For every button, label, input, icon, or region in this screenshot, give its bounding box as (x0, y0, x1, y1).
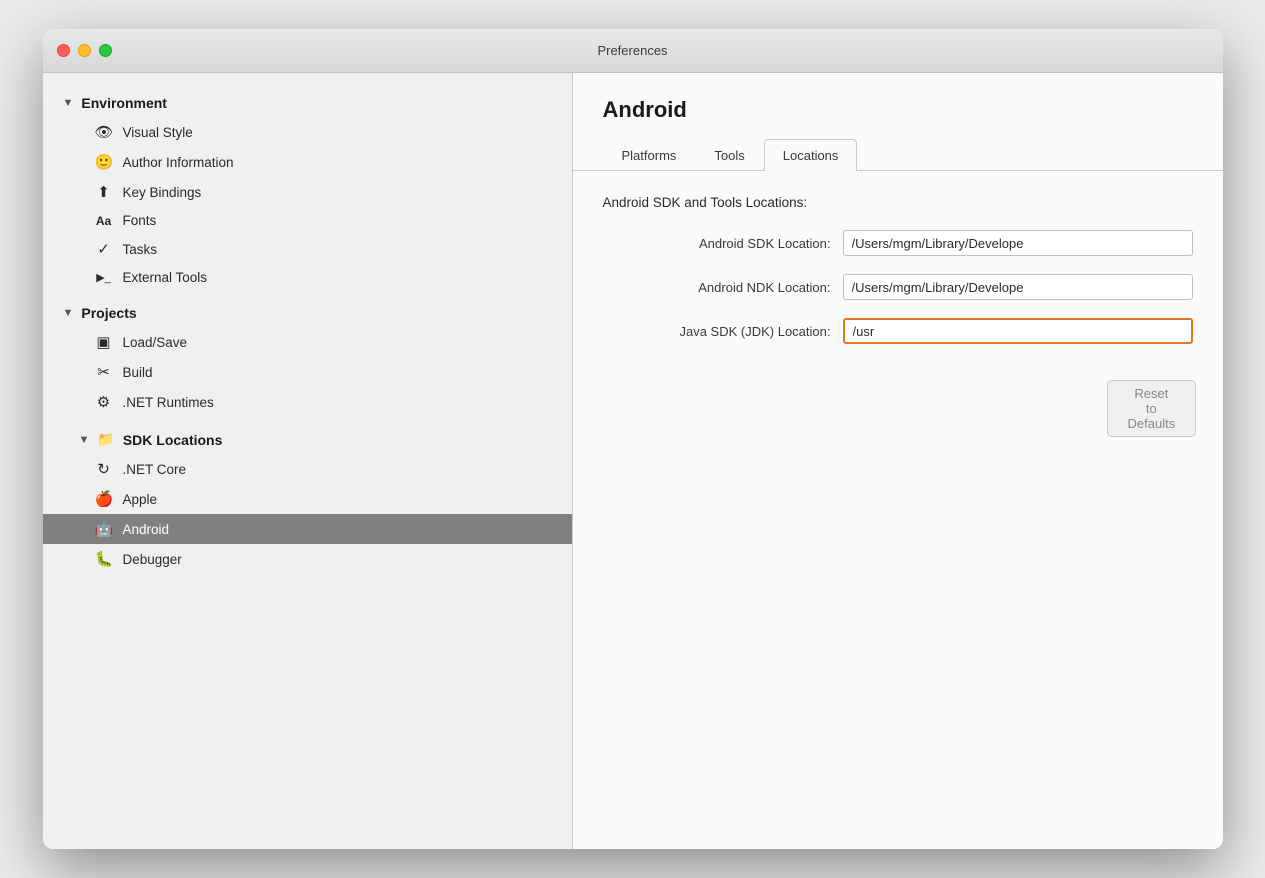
sidebar-item-label: Build (123, 365, 153, 380)
sidebar-item-label: .NET Core (123, 462, 187, 477)
sidebar-section-sdk-locations[interactable]: ▼ 📁 SDK Locations (43, 425, 572, 454)
jdk-location-row: Java SDK (JDK) Location: (603, 318, 1193, 344)
sidebar-item-author-info[interactable]: 🙂 Author Information (43, 147, 572, 177)
build-icon: ✂ (95, 363, 113, 381)
sidebar-item-label: Visual Style (123, 125, 193, 140)
sidebar-item-label: Debugger (123, 552, 182, 567)
tab-platforms[interactable]: Platforms (603, 139, 696, 171)
sidebar-item-net-runtimes[interactable]: ⚙ .NET Runtimes (43, 387, 572, 417)
sidebar-item-apple[interactable]: 🍎 Apple (43, 484, 572, 514)
tabs-bar: Platforms Tools Locations (573, 139, 1223, 171)
minimize-button[interactable] (78, 44, 91, 57)
jdk-location-input[interactable] (843, 318, 1193, 344)
sidebar-item-key-bindings[interactable]: ⬆ Key Bindings (43, 177, 572, 207)
sidebar-item-label: External Tools (123, 270, 208, 285)
sidebar-section-environment[interactable]: ▼ Environment (43, 89, 572, 117)
ndk-location-row: Android NDK Location: (603, 274, 1193, 300)
projects-arrow-icon: ▼ (63, 307, 74, 319)
sdk-arrow-icon: ▼ (79, 434, 90, 446)
gear-icon: ⚙ (95, 393, 113, 411)
sdk-location-label: Android SDK Location: (603, 236, 843, 251)
projects-label: Projects (81, 305, 136, 321)
sidebar-item-label: Android (123, 522, 170, 537)
close-button[interactable] (57, 44, 70, 57)
sidebar-item-net-core[interactable]: ↻ .NET Core (43, 454, 572, 484)
page-title: Android (573, 73, 1223, 139)
sidebar-item-android[interactable]: 🤖 Android (43, 514, 572, 544)
sidebar-item-label: Tasks (123, 242, 158, 257)
sidebar-item-label: .NET Runtimes (123, 395, 214, 410)
sdk-locations-label: SDK Locations (123, 432, 223, 448)
ndk-location-label: Android NDK Location: (603, 280, 843, 295)
tab-locations[interactable]: Locations (764, 139, 858, 171)
sidebar-item-label: Load/Save (123, 335, 188, 350)
eye-icon: 👁 (95, 123, 113, 141)
environment-label: Environment (81, 95, 167, 111)
sidebar-item-tasks[interactable]: ✓ Tasks (43, 234, 572, 264)
keyboard-icon: ⬆ (95, 183, 113, 201)
window-title: Preferences (597, 43, 667, 58)
sidebar-item-debugger[interactable]: 🐛 Debugger (43, 544, 572, 574)
locations-panel-content: Android SDK and Tools Locations: Android… (573, 171, 1223, 849)
ndk-location-input[interactable] (843, 274, 1193, 300)
titlebar: Preferences (43, 29, 1223, 73)
sidebar-section-projects[interactable]: ▼ Projects (43, 299, 572, 327)
sidebar-item-fonts[interactable]: Aa Fonts (43, 207, 572, 234)
maximize-button[interactable] (99, 44, 112, 57)
sidebar: ▼ Environment 👁 Visual Style 🙂 Author In… (43, 73, 573, 849)
sidebar-item-label: Apple (123, 492, 158, 507)
sidebar-item-label: Key Bindings (123, 185, 202, 200)
dotnet-icon: ↻ (95, 460, 113, 478)
sidebar-item-visual-style[interactable]: 👁 Visual Style (43, 117, 572, 147)
sidebar-item-label: Fonts (123, 213, 157, 228)
traffic-lights (57, 44, 112, 57)
smiley-icon: 🙂 (95, 153, 113, 171)
apple-icon: 🍎 (95, 490, 113, 508)
sidebar-item-external-tools[interactable]: ▶_ External Tools (43, 264, 572, 291)
preferences-window: Preferences ▼ Environment 👁 Visual Style… (43, 29, 1223, 849)
reset-button-container: Reset to Defaults (855, 364, 1193, 437)
sdk-location-row: Android SDK Location: (603, 230, 1193, 256)
fonts-icon: Aa (95, 214, 113, 228)
sidebar-item-load-save[interactable]: ▣ Load/Save (43, 327, 572, 357)
main-content: ▼ Environment 👁 Visual Style 🙂 Author In… (43, 73, 1223, 849)
reset-to-defaults-button[interactable]: Reset to Defaults (1107, 380, 1197, 437)
section-description: Android SDK and Tools Locations: (603, 195, 1193, 210)
bug-icon: 🐛 (95, 550, 113, 568)
tab-tools[interactable]: Tools (695, 139, 763, 171)
loadsave-icon: ▣ (95, 333, 113, 351)
main-panel: Android Platforms Tools Locations Androi… (573, 73, 1223, 849)
folder-icon: 📁 (97, 431, 114, 448)
jdk-location-label: Java SDK (JDK) Location: (603, 324, 843, 339)
environment-arrow-icon: ▼ (63, 97, 74, 109)
android-icon: 🤖 (95, 520, 113, 538)
terminal-icon: ▶_ (95, 271, 113, 284)
sidebar-item-build[interactable]: ✂ Build (43, 357, 572, 387)
sdk-location-input[interactable] (843, 230, 1193, 256)
sidebar-item-label: Author Information (123, 155, 234, 170)
checkmark-icon: ✓ (95, 240, 113, 258)
